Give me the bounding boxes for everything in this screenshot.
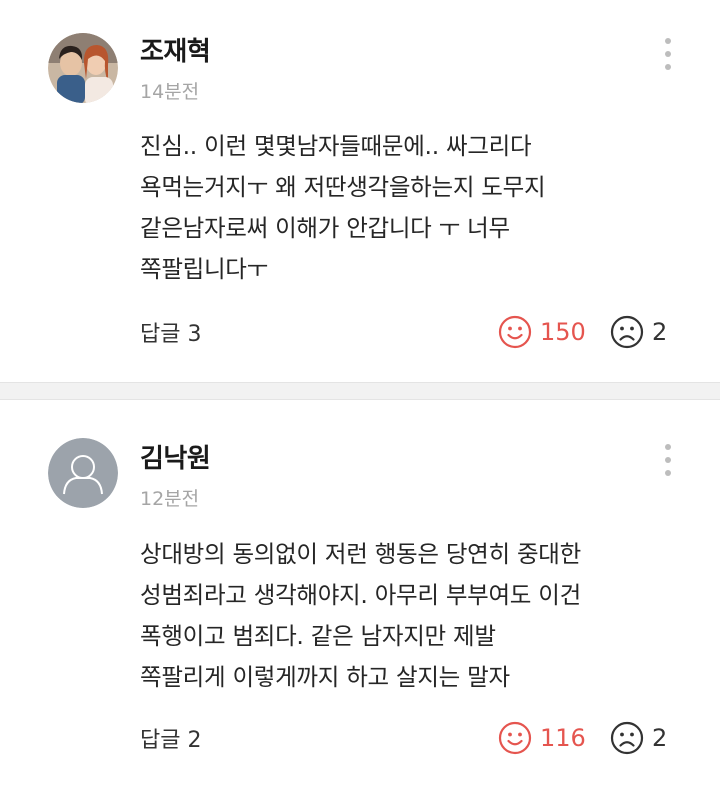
frown-icon <box>610 315 644 349</box>
like-button[interactable]: 150 <box>498 312 586 352</box>
smile-icon <box>498 721 532 755</box>
comment-separator <box>0 382 720 400</box>
comment-line: 상대방의 동의없이 저런 행동은 당연히 중대한 <box>140 540 581 568</box>
reply-button[interactable]: 답글 3 <box>140 316 201 348</box>
comment-time: 14분전 <box>140 81 200 103</box>
comment-line: 쪽팔리게 이렇게까지 하고 살지는 말자 <box>140 663 510 691</box>
comment-line: 진심.. 이런 몇몇남자들때문에.. 싸그리다 <box>140 132 532 160</box>
comment-author[interactable]: 김낙원 <box>140 438 211 475</box>
default-user-avatar-icon[interactable] <box>48 438 118 508</box>
comment-time: 12분전 <box>140 488 200 510</box>
comment-footer: 답글 3 150 2 <box>0 312 720 352</box>
dislike-button[interactable]: 2 <box>610 718 667 758</box>
comment-body: 진심.. 이런 몇몇남자들때문에.. 싸그리다 욕먹는거지ㅜ 왜 저딴생각을하는… <box>140 126 700 290</box>
dislike-count: 2 <box>652 318 668 346</box>
dislike-button[interactable]: 2 <box>610 312 667 352</box>
frown-icon <box>610 721 644 755</box>
comment-line: 성범죄라고 생각해야지. 아무리 부부여도 이건 <box>140 581 581 609</box>
avatar[interactable] <box>48 33 118 103</box>
more-vertical-icon[interactable] <box>657 38 679 78</box>
like-count: 150 <box>540 318 586 346</box>
comment-item: 조재혁 14분전 진심.. 이런 몇몇남자들때문에.. 싸그리다 욕먹는거지ㅜ … <box>0 0 720 382</box>
smile-icon <box>498 315 532 349</box>
comment-body: 상대방의 동의없이 저런 행동은 당연히 중대한 성범죄라고 생각해야지. 아무… <box>140 534 700 698</box>
like-button[interactable]: 116 <box>498 718 586 758</box>
comment-item: 김낙원 12분전 상대방의 동의없이 저런 행동은 당연히 중대한 성범죄라고 … <box>0 400 720 798</box>
dislike-count: 2 <box>652 724 668 752</box>
comment-line: 폭행이고 범죄다. 같은 남자지만 제발 <box>140 622 496 650</box>
comment-line: 욕먹는거지ㅜ 왜 저딴생각을하는지 도무지 <box>140 173 546 201</box>
comment-line: 쪽팔립니다ㅜ <box>140 255 268 283</box>
comment-footer: 답글 2 116 2 <box>0 718 720 758</box>
reply-button[interactable]: 답글 2 <box>140 722 201 754</box>
more-vertical-icon[interactable] <box>657 444 679 484</box>
like-count: 116 <box>540 724 586 752</box>
comment-line: 같은남자로써 이해가 안갑니다 ㅜ 너무 <box>140 214 510 242</box>
comment-author[interactable]: 조재혁 <box>140 31 211 68</box>
